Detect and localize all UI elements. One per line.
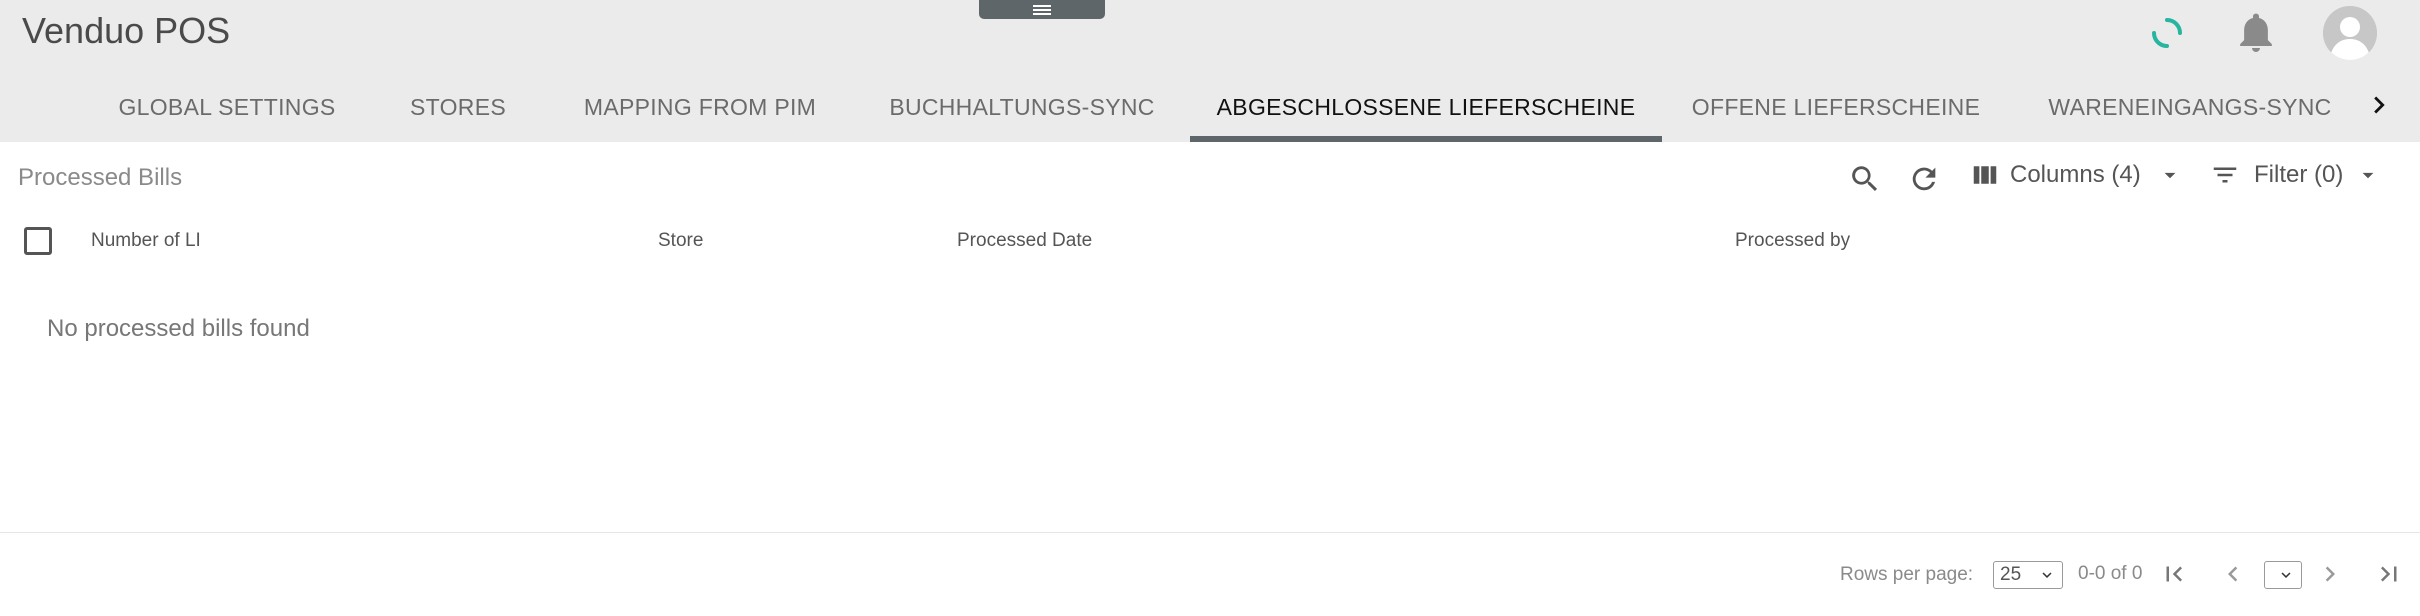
caret-down-icon xyxy=(2164,172,2176,179)
next-page-icon[interactable] xyxy=(2315,559,2345,589)
select-all-checkbox[interactable] xyxy=(24,227,52,255)
tab-wareneingangs-sync[interactable]: WARENEINGANGS-SYNC xyxy=(2040,86,2340,142)
tab-global-settings[interactable]: GLOBAL SETTINGS xyxy=(108,86,346,142)
user-avatar-icon xyxy=(2323,6,2377,60)
column-header-processed-by[interactable]: Processed by xyxy=(1735,230,1850,252)
chevron-down-icon xyxy=(2281,572,2291,578)
app-header: Venduo POS GLOBAL SETTINGS STORES MAPPIN… xyxy=(0,0,2420,142)
tab-offene-lieferscheine[interactable]: OFFENE LIEFERSCHEINE xyxy=(1690,86,1982,142)
user-avatar[interactable] xyxy=(2323,6,2377,60)
view-columns-icon xyxy=(1973,166,1997,184)
columns-button[interactable]: Columns (4) xyxy=(1970,160,2183,190)
active-tab-indicator xyxy=(1190,136,1662,142)
columns-label: Columns (4) xyxy=(2010,161,2141,188)
menu-icon xyxy=(1033,4,1051,15)
refresh-icon[interactable] xyxy=(1907,162,1941,196)
tab-mapping-from-pim[interactable]: MAPPING FROM PIM xyxy=(570,86,830,142)
search-icon[interactable] xyxy=(1848,162,1882,196)
pagination-range: 0-0 of 0 xyxy=(2078,563,2143,584)
footer-divider xyxy=(0,532,2420,533)
caret-down-icon xyxy=(2362,172,2374,179)
first-page-icon[interactable] xyxy=(2159,559,2189,589)
filter-label: Filter (0) xyxy=(2254,161,2344,188)
bell-icon[interactable] xyxy=(2237,12,2275,54)
tab-buchhaltungs-sync[interactable]: BUCHHALTUNGS-SYNC xyxy=(872,86,1172,142)
previous-page-icon[interactable] xyxy=(2218,559,2248,589)
tab-abgeschlossene-lieferscheine[interactable]: ABGESCHLOSSENE LIEFERSCHEINE xyxy=(1190,86,1662,142)
section-title: Processed Bills xyxy=(18,164,183,191)
last-page-icon[interactable] xyxy=(2374,559,2404,589)
menu-toggle-button[interactable] xyxy=(979,0,1105,19)
rows-per-page-label: Rows per page: xyxy=(1840,564,1974,585)
column-header-processed-date[interactable]: Processed Date xyxy=(957,230,1092,252)
settings-tabs: GLOBAL SETTINGS STORES MAPPING FROM PIM … xyxy=(0,86,2420,142)
column-header-store[interactable]: Store xyxy=(658,230,703,252)
filter-button[interactable]: Filter (0) xyxy=(2210,160,2381,190)
tab-stores[interactable]: STORES xyxy=(388,86,528,142)
empty-state-message: No processed bills found xyxy=(47,315,310,342)
chevron-right-icon[interactable] xyxy=(2362,88,2396,122)
chevron-down-icon xyxy=(2042,572,2052,578)
page-select[interactable] xyxy=(2264,561,2302,589)
rows-per-page-value: 25 xyxy=(2000,564,2022,585)
column-header-number-of-li[interactable]: Number of LI xyxy=(91,230,201,252)
filter-icon xyxy=(2213,167,2237,183)
app-title: Venduo POS xyxy=(22,10,231,51)
rows-per-page-select[interactable]: 25 xyxy=(1993,561,2063,589)
loading-spinner-icon xyxy=(2152,18,2182,48)
